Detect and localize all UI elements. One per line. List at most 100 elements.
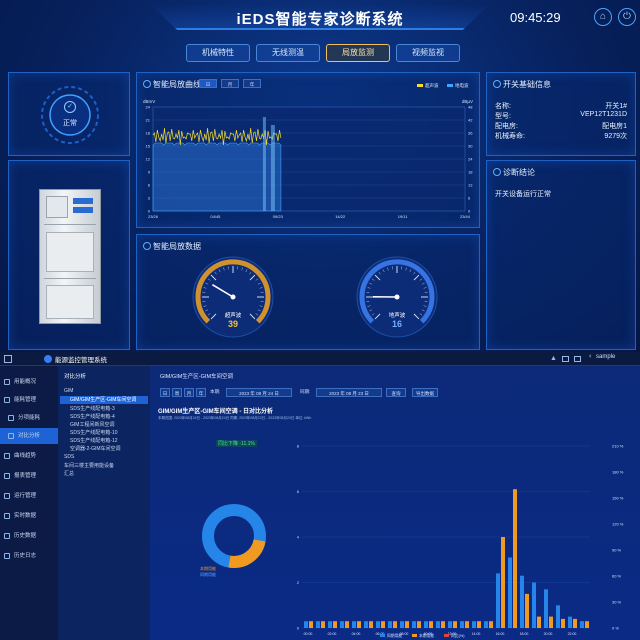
bar — [400, 621, 404, 628]
tree-node-sds[interactable]: SDS — [64, 454, 74, 460]
pd-data-panel: 智能局放数据 超声波 39 地声波 16 — [136, 234, 480, 350]
legend-label: 同期用能 — [387, 633, 402, 638]
bar — [309, 621, 313, 628]
tree-breadcrumb: 对比分析 — [64, 374, 87, 380]
left-tick: 0 — [297, 626, 300, 631]
x-tick: 20:00 — [544, 632, 553, 636]
legend-label: 同比(%) — [451, 633, 465, 638]
y-left-tick: 9 — [148, 170, 151, 175]
legend-swatch — [412, 634, 417, 637]
tab-wireless-temp[interactable]: 无线测温 — [256, 44, 320, 62]
tree-node-item[interactable]: SDS生产线配电箱-12 — [70, 437, 118, 444]
sidebar-item-report[interactable]: 报表管理 — [0, 468, 58, 484]
tab-mechanical[interactable]: 机械特性 — [186, 44, 250, 62]
fullscreen-icon[interactable] — [574, 356, 581, 362]
gauge-hub — [394, 294, 400, 300]
y-left-tick: 24 — [146, 105, 151, 110]
tree-node-gim[interactable]: GIM — [64, 388, 73, 394]
bar — [316, 621, 320, 628]
switchgear-panel — [8, 160, 130, 350]
home-icon[interactable]: ⌂ — [594, 8, 612, 26]
bar — [484, 621, 488, 628]
gauge-ground-label: 地声波 — [388, 313, 406, 319]
x-tick: 18:00 — [520, 632, 529, 636]
user-name[interactable]: sample — [596, 354, 615, 360]
bar — [580, 621, 584, 628]
right-tick: 60 % — [612, 574, 622, 579]
tree-node-item[interactable]: GIM工程间新风空调 — [70, 421, 114, 428]
gauge-hub — [230, 294, 236, 300]
x-tick: 04:00 — [352, 632, 361, 636]
sidebar-item-compare[interactable]: 对比分析 — [0, 428, 58, 444]
donut-label-compare: 同期用能 — [200, 571, 216, 577]
tev-series — [152, 142, 282, 212]
spike-bar — [262, 117, 266, 211]
tree-node-item[interactable]: 空调器-2-GIM车间空调 — [70, 445, 121, 452]
x-tick: 22:00 — [568, 632, 577, 636]
x-tick: 09/23 — [273, 214, 284, 219]
y-right-tick: 30 — [468, 144, 473, 149]
y-right-tick: 42 — [468, 118, 473, 123]
y-left-tick: 6 — [148, 183, 151, 188]
sidebar-item-realtime[interactable]: 实时数据 — [0, 508, 58, 524]
tree-node-item[interactable]: SDS生产线配电箱-10 — [70, 429, 118, 436]
info-row-name: 名称: 开关1# — [495, 103, 627, 110]
bottom-app-title[interactable]: 能源监控管理系统 — [55, 354, 107, 364]
bar — [412, 621, 416, 628]
legend-swatch — [444, 634, 449, 637]
compare-chart: 本期用能同期用能86420210 %180 %150 %120 %90 %60 … — [200, 444, 624, 639]
user-icon[interactable]: ♀ — [588, 354, 593, 360]
sidebar-item-subitem[interactable]: 分项能耗 — [0, 410, 58, 426]
spike-bar — [270, 125, 275, 211]
overview-icon — [4, 379, 10, 385]
menu-icon[interactable] — [4, 355, 12, 363]
bar — [532, 582, 536, 628]
alarm-icon[interactable]: ▲ — [550, 355, 557, 363]
bar — [405, 621, 409, 628]
tree-node-floor3[interactable]: 车间三楼主要用能设备 — [64, 462, 114, 469]
bar — [472, 621, 476, 628]
tree-node-selected[interactable]: GIM/GIM生产区-GIM车间空调 — [60, 396, 148, 404]
operation-icon — [4, 493, 10, 499]
status-label: 正常 — [63, 120, 77, 127]
clock: 09:45:29 — [510, 10, 561, 25]
bar — [369, 621, 373, 628]
x-tick: 02:00 — [328, 632, 337, 636]
gauge-area — [192, 256, 438, 338]
sidebar-item-trend[interactable]: 曲线趋势 — [0, 448, 58, 464]
device-tree: 对比分析 GIM GIM/GIM生产区-GIM车间空调 SDS生产线配电箱-3 … — [58, 366, 150, 640]
y-right-tick: 0 — [468, 209, 471, 214]
pd-curve-chart: 24 4821 4218 3615 3012 249 186 123 60 023/26 04/45… — [146, 105, 474, 220]
sidebar-item-history[interactable]: 历史数据 — [0, 528, 58, 544]
sidebar-item-operation[interactable]: 运行管理 — [0, 488, 58, 504]
tree-node-item[interactable]: SDS生产线配电箱-4 — [70, 413, 115, 420]
tree-node-summary[interactable]: 汇总 — [64, 470, 74, 477]
subitem-icon — [8, 415, 14, 421]
tree-node-item[interactable]: SDS生产线配电箱-3 — [70, 405, 115, 412]
info-row-room: 配电房: 配电房1 — [495, 123, 627, 130]
sidebar-item-energy[interactable]: 能耗管理 — [0, 392, 58, 408]
diagnosis-title: 诊断结论 — [493, 168, 535, 177]
bar — [573, 618, 577, 628]
y-left-tick: 15 — [146, 144, 151, 149]
y-right-tick: 18 — [468, 170, 473, 175]
y-left-tick: 3 — [148, 196, 151, 201]
bar — [441, 621, 445, 628]
bar — [465, 621, 469, 628]
energy-icon — [4, 397, 10, 403]
tab-video[interactable]: 视频监视 — [396, 44, 460, 62]
right-tick: 30 % — [612, 600, 622, 605]
bar — [585, 621, 589, 628]
tab-partial-discharge[interactable]: 局放监测 — [326, 44, 390, 62]
x-tick: 14:00 — [472, 632, 481, 636]
sidebar-item-log[interactable]: 历史日志 — [0, 548, 58, 564]
sidebar-item-overview[interactable]: 用能概况 — [0, 374, 58, 390]
y-left-tick: 21 — [146, 118, 151, 123]
right-tick: 0 % — [612, 626, 619, 631]
bar — [364, 621, 368, 628]
bar — [489, 621, 493, 628]
window-icon[interactable] — [562, 356, 569, 362]
bar — [549, 616, 553, 628]
power-icon[interactable]: ⏻ — [618, 8, 636, 26]
y-right-tick: 12 — [468, 183, 473, 188]
